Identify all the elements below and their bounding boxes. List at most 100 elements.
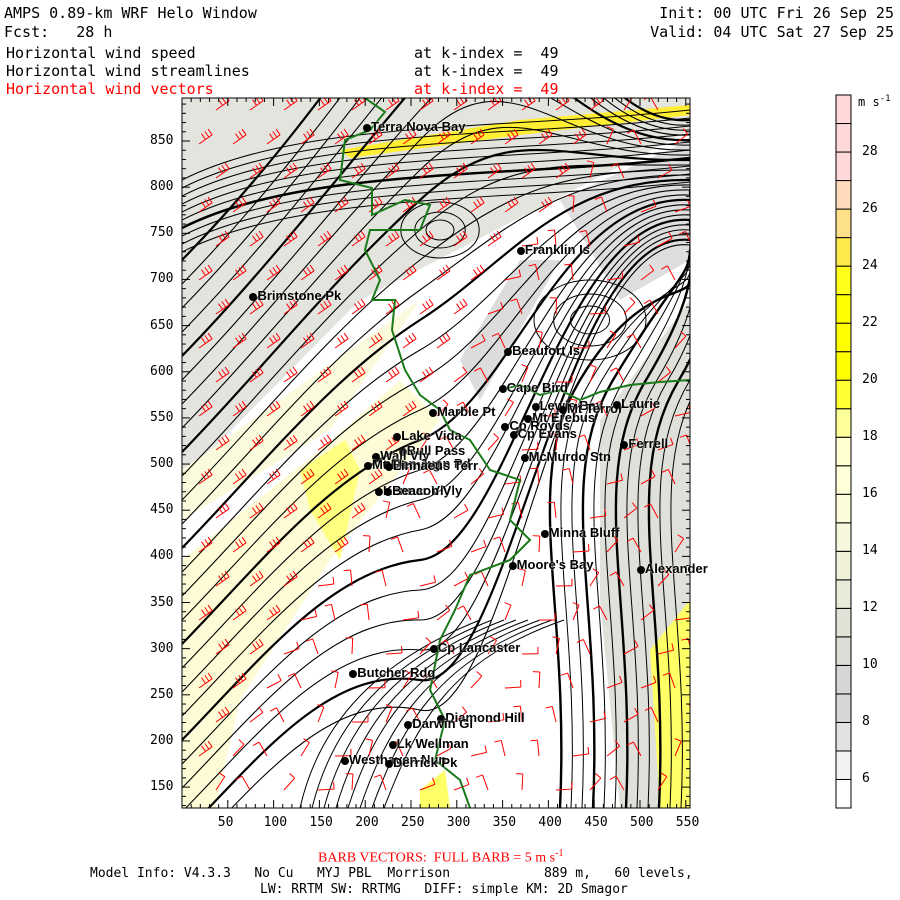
station-label: Cp Lancaster <box>437 639 521 655</box>
wind-barb <box>692 168 708 178</box>
y-tick-label: 300 <box>150 640 174 656</box>
station-marker[interactable] <box>508 561 517 570</box>
colorbar-cell <box>835 151 852 182</box>
colorbar-cell <box>835 579 852 609</box>
colorbar-cell <box>835 351 852 381</box>
x-tick-label: 550 <box>675 815 700 830</box>
colorbar-label: 18 <box>862 429 878 445</box>
y-tick-label: 650 <box>150 317 174 333</box>
colorbar-label: 24 <box>862 258 878 274</box>
colorbar-cell <box>835 522 852 552</box>
station-label: Lk Wellman <box>396 735 469 751</box>
station-label: Derrick Pk <box>393 755 458 771</box>
y-tick-label: 850 <box>150 133 174 148</box>
colorbar-label: 20 <box>862 372 878 388</box>
wind-barb <box>692 297 701 314</box>
colorbar-cell <box>835 664 852 695</box>
colorbar-cell <box>835 322 852 353</box>
colorbar-cell <box>835 550 852 581</box>
colorbar-units: m s-1 <box>858 94 891 109</box>
colorbar-label: 16 <box>862 486 878 502</box>
colorbar-label: 28 <box>862 144 878 160</box>
y-tick-label: 150 <box>150 779 174 795</box>
colorbar-label: 12 <box>862 600 878 616</box>
station-marker[interactable] <box>498 385 507 394</box>
station-marker[interactable] <box>520 453 529 462</box>
station-label: Cp Evans <box>517 426 577 442</box>
colorbar-cell <box>835 636 852 666</box>
x-tick-label: 300 <box>446 815 471 830</box>
colorbar-label: 6 <box>862 771 870 787</box>
colorbar-cell <box>835 237 852 267</box>
station-label: Brimstone Pk <box>257 287 342 303</box>
y-tick-label: 450 <box>150 502 174 518</box>
x-tick-label: 400 <box>538 815 562 830</box>
station-label: Butcher Rdg <box>357 664 436 680</box>
colorbar-cell <box>835 408 852 438</box>
x-tick-label: 200 <box>355 815 379 830</box>
station-label: Darwin Gl <box>412 716 473 732</box>
colorbar-cell <box>835 436 852 467</box>
y-tick-label: 750 <box>150 225 174 241</box>
x-tick-label: 100 <box>263 815 288 830</box>
model-info: Model Info: V4.3.3 No Cu MYJ PBL Morriso… <box>90 866 693 881</box>
station-label: Minna Bluff <box>548 525 620 541</box>
colorbar-cell <box>835 465 852 495</box>
colorbar-label: 22 <box>862 315 878 331</box>
y-tick-label: 600 <box>150 363 174 379</box>
x-tick-label: 350 <box>492 815 517 830</box>
station-label: Laurie <box>621 395 661 411</box>
model-info-physics: LW: RRTM SW: RRTMG DIFF: simple KM: 2D S… <box>260 882 628 897</box>
wind-barb <box>692 373 708 382</box>
colorbar-cell <box>835 294 852 324</box>
station-label: Terra Nova Bay <box>371 119 466 135</box>
y-tick-label: 550 <box>150 409 174 425</box>
colorbar-cell <box>835 123 852 153</box>
colorbar-cell <box>835 379 852 410</box>
station-marker[interactable] <box>429 644 438 653</box>
station-marker[interactable] <box>385 760 394 769</box>
wind-barb <box>692 578 708 586</box>
station-label: Lake Vida <box>401 428 462 444</box>
y-tick-label: 200 <box>150 732 174 748</box>
colorbar-label: 14 <box>862 543 878 559</box>
station-marker[interactable] <box>374 487 383 496</box>
station-marker[interactable] <box>363 461 372 470</box>
station-label: Cape Bird <box>506 380 568 396</box>
station-label: Beacon Vly <box>392 482 463 498</box>
colorbar-label: 8 <box>862 714 870 730</box>
station-marker[interactable] <box>384 487 393 496</box>
station-label: Linnaeus Terr <box>393 457 479 473</box>
x-tick-label: 450 <box>584 815 608 830</box>
x-tick-label: 150 <box>309 815 333 830</box>
wind-barb <box>692 783 708 790</box>
station-label: Moore's Bay <box>516 556 594 572</box>
station-label: Alexander <box>644 561 708 577</box>
x-tick-label: 500 <box>630 815 654 830</box>
y-tick-label: 350 <box>150 594 174 610</box>
y-tick-label: 800 <box>150 179 174 195</box>
wind-barb <box>692 501 698 518</box>
colorbar-cell <box>835 607 852 638</box>
station-label: Marble Pt <box>436 404 496 420</box>
station-label: Ferrell <box>628 435 669 451</box>
station-marker[interactable] <box>388 740 397 749</box>
wind-barb <box>692 93 703 110</box>
colorbar-cell <box>835 493 852 524</box>
colorbar-label: 26 <box>862 201 878 217</box>
station-label: McMurdo Stn <box>528 448 611 464</box>
colorbar-cell <box>835 750 852 780</box>
barb-legend: BARB VECTORS: FULL BARB = 5 m s-1 <box>318 848 564 866</box>
station-marker[interactable] <box>540 530 549 539</box>
colorbar-label: 10 <box>862 657 878 673</box>
station-marker[interactable] <box>516 246 525 255</box>
colorbar-cell <box>835 265 852 296</box>
station-marker[interactable] <box>385 462 394 471</box>
y-tick-label: 500 <box>150 456 174 472</box>
station-label: Franklin Is <box>524 241 590 257</box>
colorbar-cell <box>835 180 852 210</box>
x-tick-label: 250 <box>401 815 425 830</box>
colorbar-cell <box>835 94 852 125</box>
colorbar-cell <box>835 693 852 723</box>
y-tick-label: 400 <box>150 548 174 564</box>
